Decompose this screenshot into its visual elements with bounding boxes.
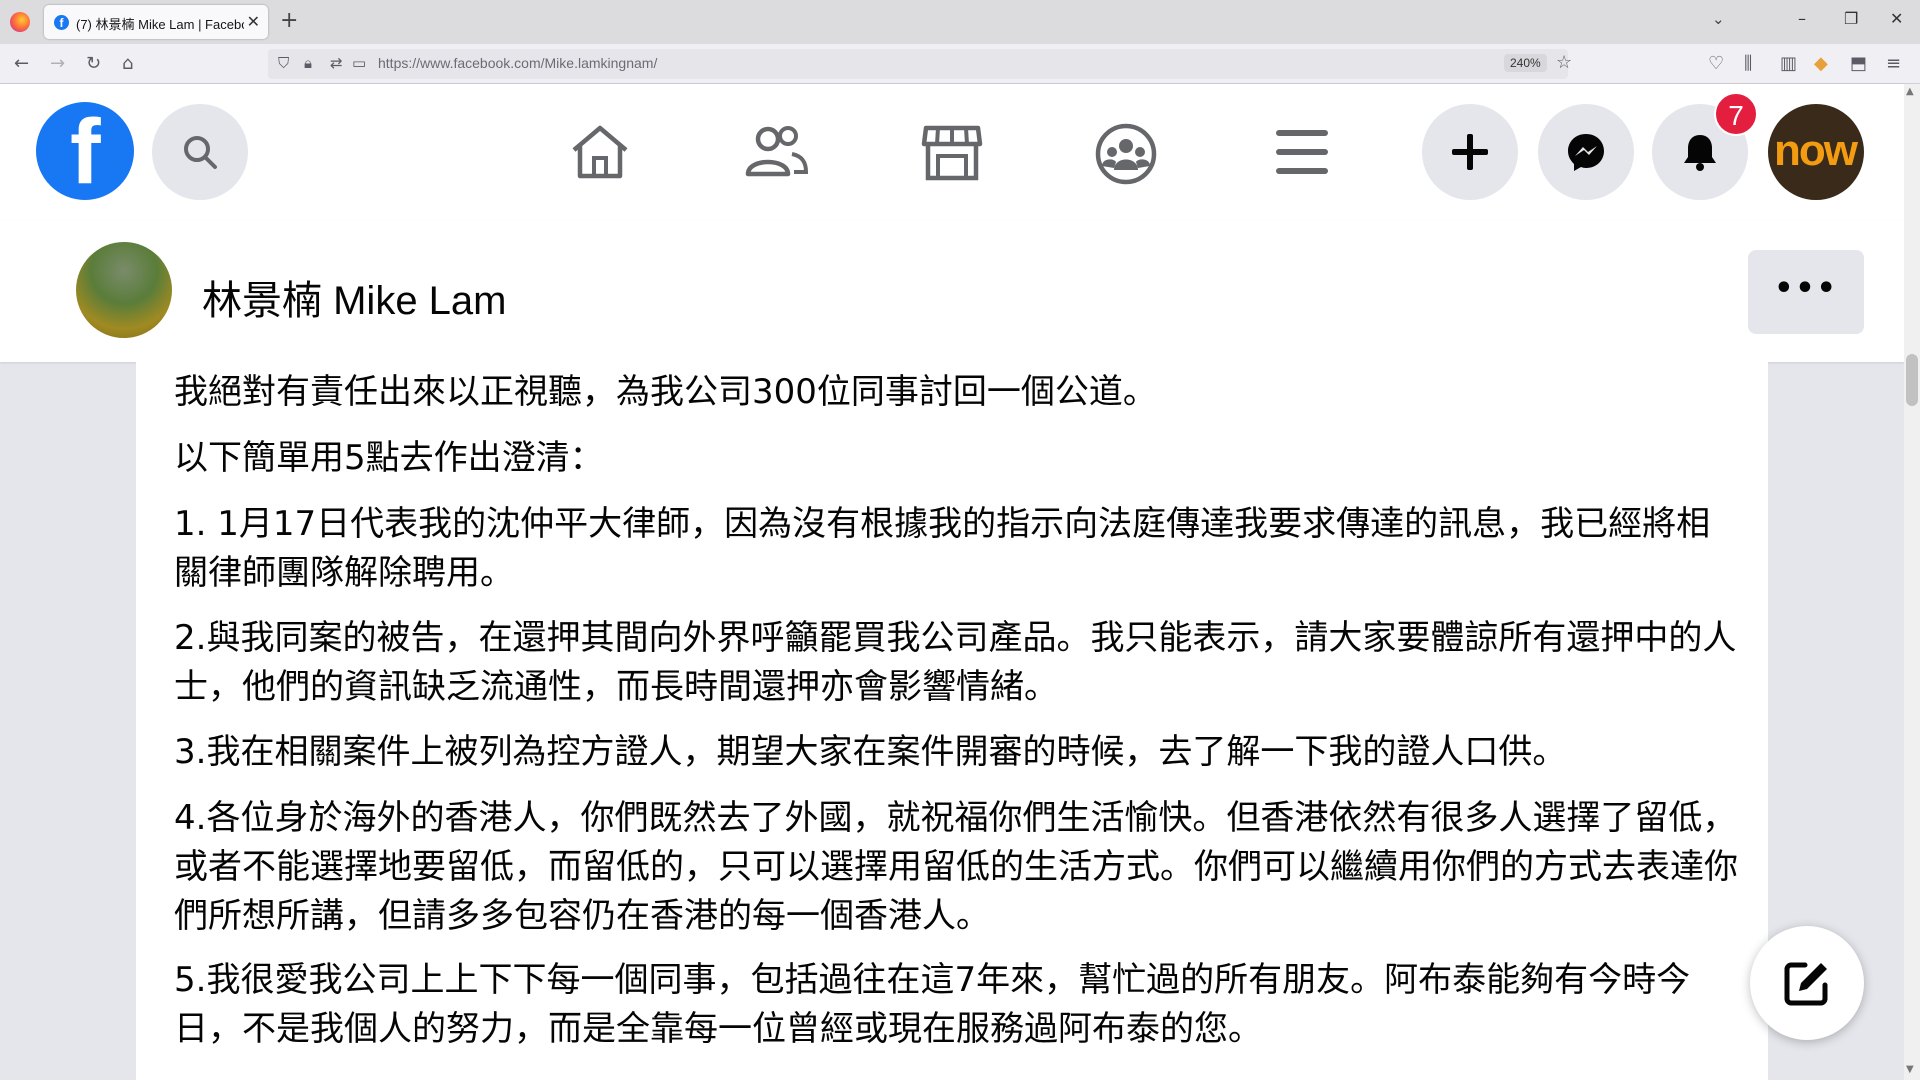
library-icon[interactable]: ⫼	[1744, 53, 1752, 74]
post-paragraph-summary: 以下簡單用5點去作出澄清：	[174, 438, 604, 478]
menu-hamburger-icon[interactable]	[1274, 122, 1330, 182]
tab-close-icon[interactable]: ✕	[247, 12, 260, 31]
search-icon	[184, 136, 217, 169]
firefox-icon[interactable]	[10, 12, 30, 32]
messenger-button[interactable]	[1538, 104, 1634, 200]
scroll-thumb[interactable]	[1906, 354, 1918, 406]
post-paragraph-intro: 我絕對有責任出來以正視聽，為我公司300位同事討回一個公道。	[174, 372, 1157, 412]
account-avatar[interactable]: now	[1768, 104, 1864, 200]
home-icon[interactable]: ⌂	[122, 53, 133, 74]
groups-nav-icon[interactable]	[1094, 122, 1158, 186]
restore-icon[interactable]: ❐	[1844, 9, 1858, 28]
avatar-logo-text: now	[1774, 126, 1858, 175]
bell-icon	[1684, 135, 1716, 171]
reader-mode-icon[interactable]: ▭	[352, 54, 366, 72]
tab-title: (7) 林景楠 Mike Lam | Facebook	[76, 17, 244, 32]
url-text[interactable]: https://www.facebook.com/Mike.lamkingnam…	[378, 55, 657, 71]
post-paragraph-point-4: 4.各位身於海外的香港人，你們既然去了外國，就祝福你們生活愉快。但香港依然有很多…	[174, 798, 1738, 936]
tab-list-chevron-icon[interactable]: ⌄	[1712, 10, 1725, 28]
back-icon[interactable]: ←	[14, 53, 29, 74]
facebook-logo-icon[interactable]: f	[36, 102, 134, 200]
post-paragraph-point-5: 5.我很愛我公司上上下下每一個同事，包括過往在這7年來，幫忙過的所有朋友。阿布泰…	[174, 960, 1691, 1049]
browser-navigation-bar: ← → ↻ ⌂ ⛉ 🔒︎ ⇄ ▭ https://www.facebook.co…	[0, 44, 1920, 84]
facebook-header: f 7 now	[0, 84, 1904, 220]
reload-icon[interactable]: ↻	[86, 53, 101, 74]
plus-icon	[1452, 134, 1488, 170]
search-button[interactable]	[152, 104, 248, 200]
shield-icon[interactable]: ⛉	[278, 54, 289, 72]
friends-nav-icon[interactable]	[744, 122, 808, 182]
create-button[interactable]	[1422, 104, 1518, 200]
window-close-icon[interactable]: ✕	[1890, 9, 1903, 28]
post-paragraph-point-1: 1. 1月17日代表我的沈仲平大律師，因為沒有根據我的指示向法庭傳達我要求傳達的…	[174, 504, 1711, 593]
profile-name[interactable]: 林景楠 Mike Lam	[202, 268, 507, 326]
extension-icon[interactable]: ◆	[1814, 53, 1828, 74]
scroll-down-arrow-icon[interactable]: ▼	[1906, 1064, 1914, 1075]
permissions-icon[interactable]: ⇄	[330, 54, 343, 72]
forward-icon[interactable]: →	[50, 53, 65, 74]
minimize-icon[interactable]: –	[1798, 9, 1806, 28]
post-paragraph-point-2: 2.與我同案的被告，在還押其間向外界呼籲罷買我公司產品。我只能表示，請大家要體諒…	[174, 618, 1737, 707]
scroll-up-arrow-icon[interactable]: ▲	[1906, 86, 1914, 97]
post-content: 我絕對有責任出來以正視聽，為我公司300位同事討回一個公道。 以下簡單用5點去作…	[136, 362, 1768, 1080]
home-nav-icon[interactable]	[568, 122, 632, 182]
new-message-button[interactable]	[1750, 926, 1864, 1040]
app-menu-icon[interactable]: ≡	[1886, 53, 1901, 74]
new-tab-button[interactable]: +	[280, 8, 298, 33]
sidebar-icon[interactable]: ▥	[1780, 53, 1797, 74]
more-options-button[interactable]: •••	[1748, 250, 1864, 334]
browser-tab-active[interactable]: f (7) 林景楠 Mike Lam | Facebook ✕	[44, 5, 268, 39]
address-bar[interactable]: ⛉ 🔒︎ ⇄ ▭ https://www.facebook.com/Mike.l…	[268, 49, 1572, 79]
lock-icon[interactable]: 🔒︎	[304, 54, 312, 72]
facebook-favicon-icon: f	[54, 15, 69, 30]
bookmark-star-icon[interactable]: ☆	[1556, 52, 1572, 73]
post-paragraph-point-3: 3.我在相關案件上被列為控方證人，期望大家在案件開審的時候，去了解一下我的證人口…	[174, 732, 1567, 772]
marketplace-nav-icon[interactable]	[920, 122, 984, 182]
extensions-puzzle-icon[interactable]: ⬒	[1850, 53, 1867, 74]
pocket-icon[interactable]: ♡	[1708, 53, 1724, 74]
browser-tab-bar: f (7) 林景楠 Mike Lam | Facebook ✕ + ⌄ – ❐ …	[0, 0, 1920, 44]
profile-header-bar: 林景楠 Mike Lam •••	[0, 220, 1904, 362]
messenger-icon	[1568, 134, 1604, 171]
profile-avatar[interactable]	[76, 242, 172, 338]
notification-count-badge[interactable]: 7	[1714, 92, 1758, 136]
zoom-level-badge[interactable]: 240%	[1504, 54, 1547, 72]
compose-edit-icon	[1784, 962, 1828, 1006]
page-scrollbar[interactable]: ▲ ▼	[1904, 84, 1920, 1080]
